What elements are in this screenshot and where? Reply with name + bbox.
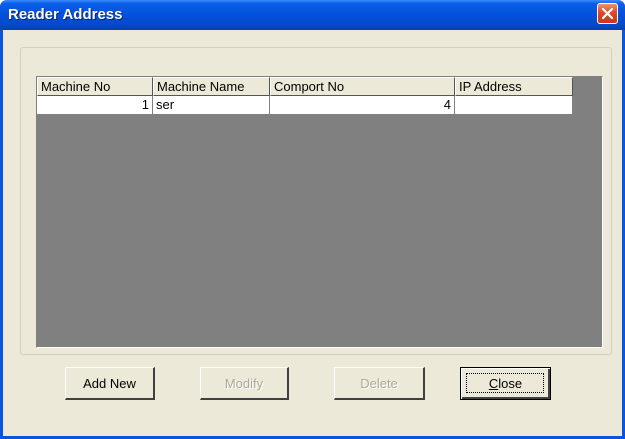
modify-button[interactable]: Modify (200, 367, 289, 400)
delete-button[interactable]: Delete (334, 367, 425, 400)
close-label-rest: lose (498, 376, 523, 391)
cell-comport-no[interactable]: 4 (270, 96, 455, 115)
close-button[interactable]: Close (460, 367, 551, 400)
close-button-label: Close (489, 376, 522, 391)
add-new-button[interactable]: Add New (65, 367, 155, 400)
cell-ip-address[interactable] (455, 96, 573, 115)
reader-address-window: Reader Address Machine No Machine Name C… (0, 0, 625, 439)
title-bar[interactable]: Reader Address (0, 0, 625, 30)
column-header-comport-no[interactable]: Comport No (270, 77, 455, 96)
column-header-ip-address[interactable]: IP Address (455, 77, 573, 96)
reader-grid[interactable]: Machine No Machine Name Comport No IP Ad… (36, 76, 603, 348)
close-x-icon (601, 7, 614, 20)
column-header-machine-no[interactable]: Machine No (37, 77, 153, 96)
dialog-client-area: Machine No Machine Name Comport No IP Ad… (3, 30, 622, 436)
cell-machine-name[interactable]: ser (153, 96, 270, 115)
title-close-button[interactable] (597, 3, 618, 24)
cell-machine-no[interactable]: 1 (37, 96, 153, 115)
close-mnemonic: C (488, 376, 499, 391)
column-header-machine-name[interactable]: Machine Name (153, 77, 270, 96)
window-title: Reader Address (8, 6, 123, 23)
